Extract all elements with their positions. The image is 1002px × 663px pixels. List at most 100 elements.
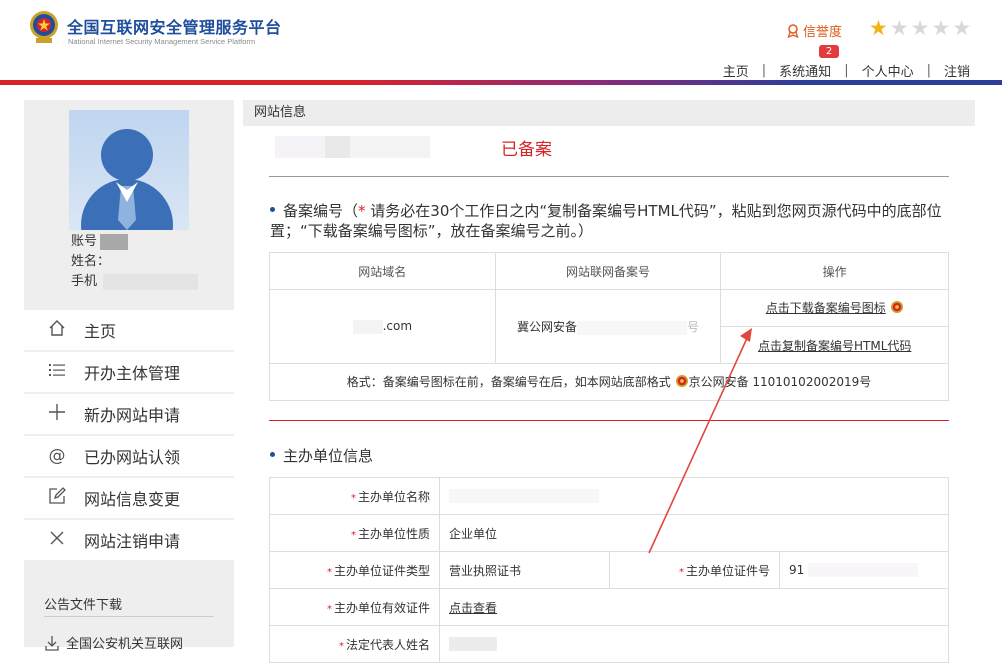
phone-label: 手机 [71, 274, 98, 289]
org-cert-type-value: 营业执照证书 [439, 551, 610, 589]
record-number-prefix: 冀公网安备 [516, 320, 577, 334]
table-row: * 法定代表人姓名 [269, 625, 949, 663]
table-row: * 主办单位证件类型 营业执照证书 * 主办单位证件号 91 [269, 551, 949, 589]
sidebar-item-entity-management[interactable]: 开办主体管理 [24, 352, 234, 394]
police-emblem-icon[interactable] [27, 10, 61, 46]
header: 全国互联网安全管理服务平台 National Internet Security… [0, 0, 1002, 80]
org-type-label: 主办单位性质 [357, 526, 430, 541]
divider [269, 420, 949, 421]
copy-html-link[interactable]: 点击复制备案编号HTML代码 [758, 339, 911, 353]
domain-suffix: .com [382, 319, 413, 334]
download-icon-link[interactable]: 点击下载备案编号图标 [766, 301, 886, 315]
nav-personal-center[interactable]: 个人中心 [862, 61, 914, 80]
org-cert-file-label: 主办单位有效证件 [333, 600, 430, 615]
star-empty-icon: ★ [931, 16, 951, 40]
copy-html-cell: 点击复制备案编号HTML代码 [720, 326, 949, 364]
platform-subtitle: National Internet Security Management Se… [68, 37, 256, 46]
org-cert-number-value: 91 [779, 551, 949, 589]
star-filled-icon: ★ [869, 16, 888, 40]
account-label: 账号 [71, 234, 98, 249]
field-label: * 主办单位有效证件 [269, 588, 440, 626]
credit-label: 信誉度 [803, 25, 843, 40]
download-icon-cell: 点击下载备案编号图标 [720, 289, 949, 327]
profile-info: 账号 姓名： 手机 [71, 232, 199, 292]
record-title-label: 备案编号（ [283, 202, 359, 220]
record-instruction: 请务必在30个工作日之内“复制备案编号HTML代码”，粘贴到您网页源代码中的底部… [270, 202, 942, 240]
download-icon [44, 635, 60, 655]
top-nav: 主页 | 系统通知 | 个人中心 | 注销 [723, 61, 970, 80]
nav-logout[interactable]: 注销 [944, 61, 970, 80]
main-panel: 网站信息 已备案 备案编号（* 请务必在30个工作日之内“复制备案编号HTML代… [243, 100, 975, 663]
nav-home[interactable]: 主页 [723, 61, 749, 80]
star-rating: ★ ★ ★ ★ ★ [869, 17, 971, 39]
field-label: * 主办单位名称 [269, 477, 440, 515]
sidebar-item-label: 网站信息变更 [84, 490, 181, 509]
col-header-record-number: 网站联网备案号 [494, 252, 722, 290]
sidebar-item-cancel-website[interactable]: 网站注销申请 [24, 520, 234, 562]
sidebar-item-new-website[interactable]: 新办网站申请 [24, 394, 234, 436]
sidebar-item-home[interactable]: 主页 [24, 310, 234, 352]
org-title-label: 主办单位信息 [283, 447, 374, 465]
sidebar: 账号 姓名： 手机 主页 开办主体管理 新办网站申请 @ 已办网站认领 网站信息… [24, 100, 234, 652]
format-note: 格式：备案编号图标在前，备案编号在后，如本网站底部格式 京公网安备 110101… [269, 363, 949, 401]
col-header-domain: 网站域名 [269, 252, 496, 290]
required-asterisk: * [358, 202, 371, 220]
police-badge-icon [675, 374, 689, 391]
field-label: * 主办单位证件号 [609, 551, 780, 589]
filing-status: 已备案 [501, 140, 552, 160]
account-value-redacted [100, 233, 129, 250]
header-gradient-bar [0, 80, 1002, 85]
platform-title: 全国互联网安全管理服务平台 [67, 18, 282, 37]
site-name-redacted [275, 135, 430, 159]
sidebar-item-claim-website[interactable]: @ 已办网站认领 [24, 436, 234, 478]
record-number-suffix: 号 [686, 320, 699, 334]
org-info-table: * 主办单位名称 * 主办单位性质 企业单位 * 主办单位证件类型 营业执照证书 * 主… [269, 477, 949, 663]
award-icon [787, 23, 799, 38]
nav-notifications[interactable]: 系统通知 [779, 61, 831, 80]
user-silhouette-icon [81, 129, 173, 230]
format-note-example: 京公网安备 11010102002019号 [688, 375, 872, 389]
sidebar-item-label: 开办主体管理 [84, 364, 181, 383]
table-row: * 主办单位名称 [269, 477, 949, 515]
org-name-value [439, 477, 949, 515]
org-cert-number-prefix: 91 [789, 562, 805, 577]
col-header-actions: 操作 [720, 252, 949, 290]
record-section-title: 备案编号（* 请务必在30个工作日之内“复制备案编号HTML代码”，粘贴到您网页… [270, 201, 960, 241]
plus-icon [46, 403, 68, 426]
org-type-value: 企业单位 [439, 514, 949, 552]
legal-rep-value [439, 625, 949, 663]
star-empty-icon: ★ [889, 16, 909, 40]
close-icon [46, 529, 68, 552]
credit-rating[interactable]: 信誉度 [786, 21, 842, 40]
field-label: * 主办单位性质 [269, 514, 440, 552]
org-cert-type-label: 主办单位证件类型 [333, 563, 430, 578]
nav-separator: | [761, 63, 767, 78]
list-icon [46, 361, 68, 384]
phone-value-redacted [103, 273, 199, 290]
record-number-cell: 冀公网安备 号 [494, 289, 722, 364]
format-note-prefix: 格式：备案编号图标在前，备案编号在后，如本网站底部格式 [346, 375, 671, 389]
divider [269, 176, 949, 177]
nav-separator: | [844, 63, 849, 78]
bullet-icon [270, 207, 275, 212]
notice-file-label: 全国公安机关互联网 [66, 637, 184, 652]
sidebar-item-label: 主页 [84, 322, 117, 341]
divider [44, 616, 214, 617]
table-row: * 主办单位性质 企业单位 [269, 514, 949, 552]
profile-card: 账号 姓名： 手机 [24, 100, 234, 300]
org-section-title: 主办单位信息 [270, 446, 373, 466]
org-cert-number-label: 主办单位证件号 [685, 563, 770, 578]
home-icon [46, 319, 68, 342]
field-label: * 主办单位证件类型 [269, 551, 440, 589]
sidebar-item-label: 已办网站认领 [84, 448, 181, 467]
notification-badge: 2 [819, 45, 839, 58]
table-row: * 主办单位有效证件 点击查看 [269, 588, 949, 626]
avatar [69, 110, 189, 230]
sidebar-item-change-info[interactable]: 网站信息变更 [24, 478, 234, 520]
notice-file-item[interactable]: 全国公安机关互联网 [44, 633, 183, 655]
view-cert-link[interactable]: 点击查看 [449, 601, 497, 615]
police-badge-icon [890, 300, 904, 317]
legal-rep-label: 法定代表人姓名 [345, 637, 430, 652]
sidebar-menu: 主页 开办主体管理 新办网站申请 @ 已办网站认领 网站信息变更 网站注销申请 [24, 310, 234, 562]
star-empty-icon: ★ [952, 16, 972, 40]
